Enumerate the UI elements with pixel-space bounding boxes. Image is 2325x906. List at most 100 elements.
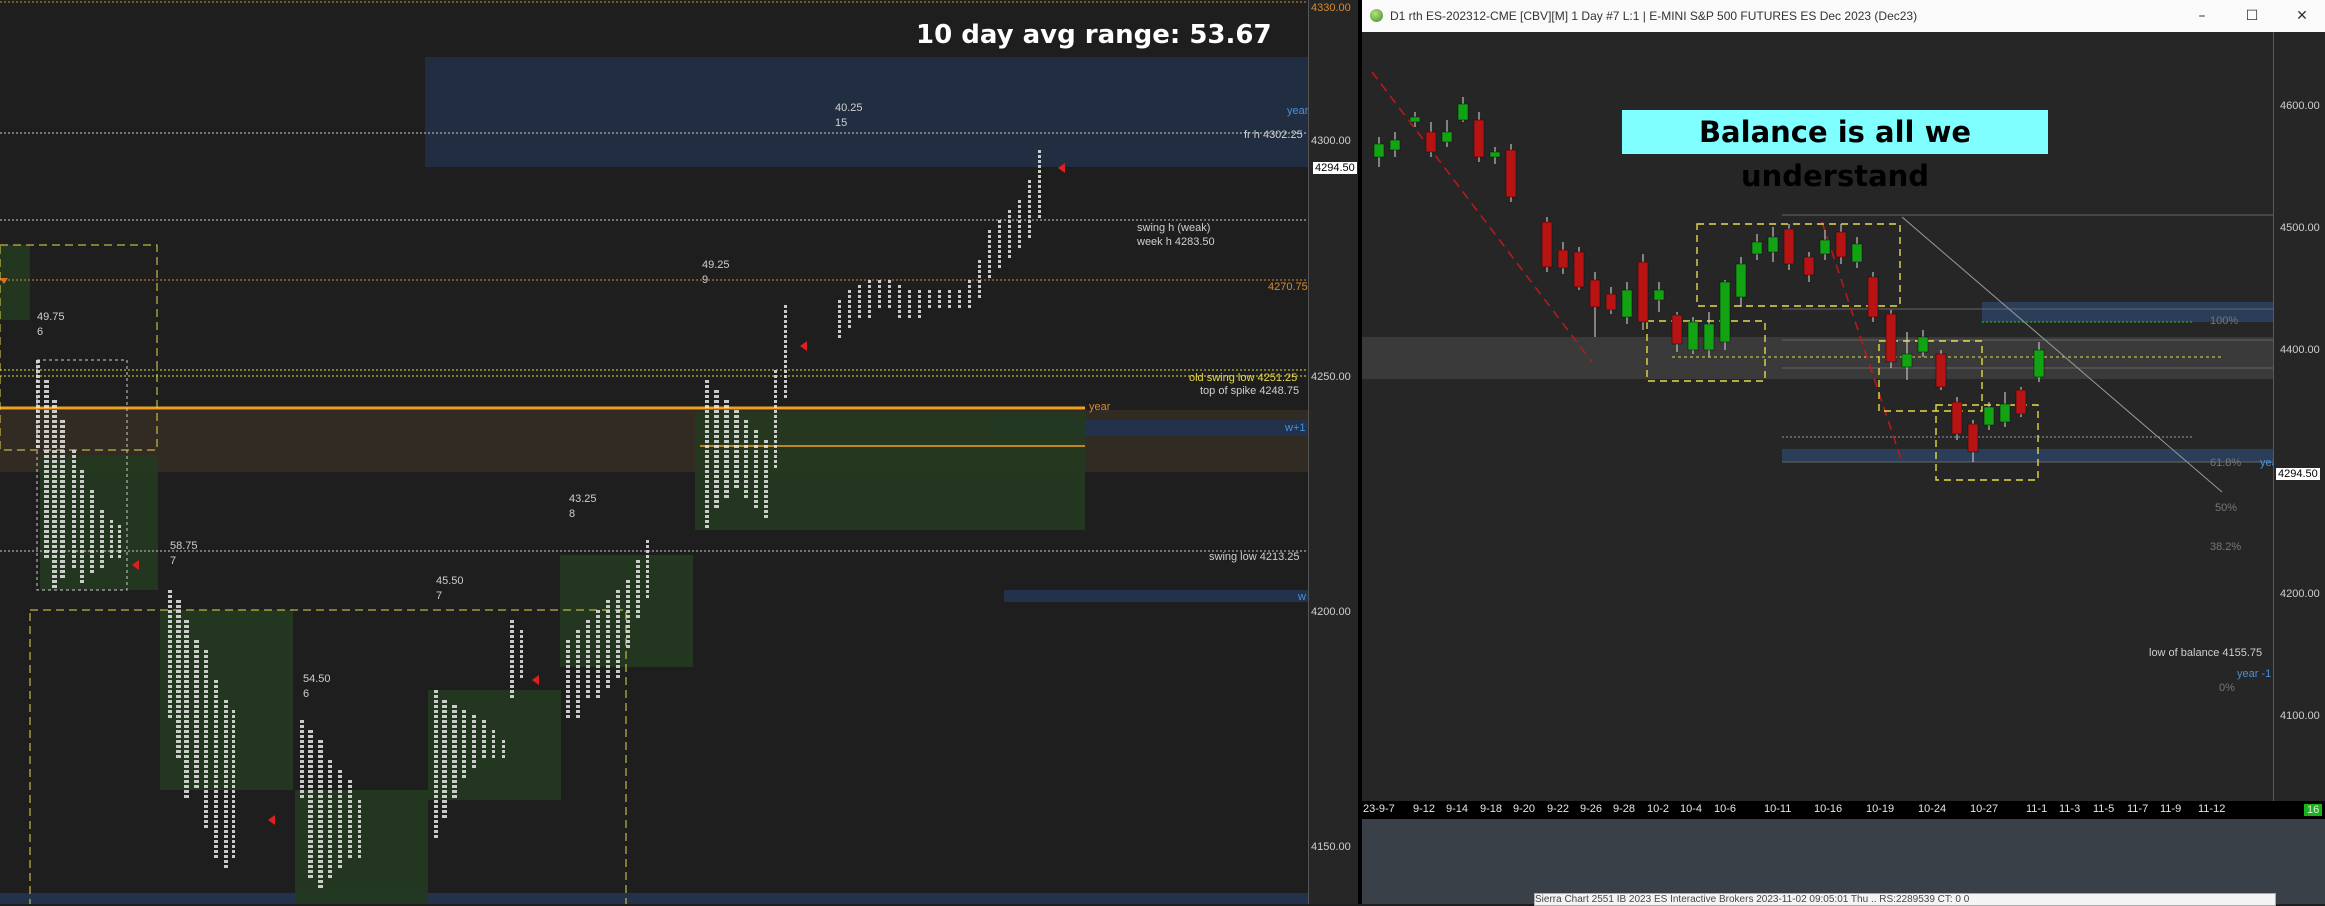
fib-label: 50%: [2215, 502, 2238, 514]
tpo-print: [60, 535, 65, 538]
tpo-print: [338, 795, 342, 798]
tpo-print: [224, 740, 228, 743]
daily-price-scale[interactable]: 4600.00 4500.00 4400.00 4200.00 4100.00 …: [2273, 32, 2325, 801]
tpo-print: [328, 830, 332, 833]
tpo-print: [308, 790, 313, 793]
minimize-button[interactable]: –: [2187, 4, 2217, 28]
tpo-print: [204, 775, 208, 778]
tpo-print: [988, 255, 991, 258]
tpo-print: [576, 675, 580, 678]
daily-chart-area[interactable]: Balance is all we understand 100% 61.8% …: [1362, 32, 2281, 801]
tpo-print: [72, 505, 76, 508]
tpo-print: [908, 315, 911, 318]
tpo-print: [308, 845, 313, 848]
tpo-print: [44, 420, 49, 423]
tpo-print: [988, 265, 991, 268]
tpo-print: [348, 780, 352, 783]
tpo-print: [204, 710, 208, 713]
tpo-print: [452, 715, 457, 718]
tpo-print: [214, 740, 218, 743]
down-candle: [1425, 131, 1437, 153]
tpo-print: [705, 510, 709, 513]
tpo-print: [338, 790, 342, 793]
level-4270-label: 4270.75: [1268, 281, 1308, 293]
tpo-print: [224, 825, 228, 828]
tpo-print: [194, 660, 199, 663]
tpo-print: [714, 470, 719, 473]
fib-label: 0%: [2219, 682, 2235, 694]
tpo-print: [646, 575, 649, 578]
tpo-print: [36, 385, 40, 388]
tpo-print: [80, 575, 84, 578]
tpo-print: [44, 460, 49, 463]
tpo-print: [176, 705, 181, 708]
tpo-print: [616, 645, 620, 648]
daily-chart-window[interactable]: D1 rth ES-202312-CME [CBV][M] 1 Day #7 L…: [1362, 0, 2325, 904]
tpo-print: [784, 315, 787, 318]
tpo-print: [434, 725, 438, 728]
tpo-print: [705, 460, 709, 463]
tpo-print: [714, 405, 719, 408]
tpo-print: [744, 440, 748, 443]
close-button[interactable]: ✕: [2287, 4, 2317, 28]
tpo-print: [510, 630, 514, 633]
tpo-print: [184, 765, 189, 768]
tpo-print: [838, 330, 841, 333]
maximize-button[interactable]: ☐: [2237, 4, 2267, 28]
tpo-print: [338, 845, 342, 848]
background-window-title[interactable]: Sierra Chart 2551 IB 2023 ES Interactive…: [1534, 893, 2276, 906]
year-area-zone: [0, 410, 1308, 472]
tpo-print: [848, 295, 851, 298]
price-label: 4200.00: [2280, 588, 2320, 600]
tpo-print: [705, 425, 709, 428]
tpo-print: [626, 580, 630, 583]
tpo-print: [348, 815, 352, 818]
tpo-print: [44, 455, 49, 458]
tpo-print: [472, 740, 476, 743]
tpo-print: [36, 400, 40, 403]
tpo-print: [774, 370, 777, 373]
tpo-print: [636, 595, 640, 598]
tpo-print: [724, 465, 729, 468]
swing-low-label: swing low 4213.25: [1209, 551, 1300, 563]
tpo-chart-panel[interactable]: 10 day avg range: 53.67 fr h 4302.25 swi…: [0, 0, 1308, 904]
tpo-print: [328, 840, 332, 843]
tpo-print: [442, 735, 447, 738]
tpo-print: [232, 790, 235, 793]
tpo-print: [348, 835, 352, 838]
tpo-print: [52, 435, 57, 438]
tpo-print: [596, 625, 600, 628]
tpo-print: [44, 480, 49, 483]
tpo-print: [318, 760, 323, 763]
tpo-print: [194, 720, 199, 723]
tpo-print: [52, 570, 57, 573]
tpo-print: [100, 525, 104, 528]
value-area: [40, 455, 158, 590]
tpo-print: [724, 415, 729, 418]
tpo-print: [224, 850, 228, 853]
window-titlebar[interactable]: D1 rth ES-202312-CME [CBV][M] 1 Day #7 L…: [1362, 0, 2325, 33]
tpo-print: [606, 630, 610, 633]
tpo-print: [1038, 195, 1041, 198]
tpo-print: [204, 700, 208, 703]
tpo-print: [714, 420, 719, 423]
tpo-print: [734, 430, 739, 433]
tpo-print: [204, 755, 208, 758]
tpo-chart-canvas[interactable]: [0, 0, 1308, 904]
tpo-print: [318, 740, 323, 743]
tpo-print: [232, 845, 235, 848]
tpo-print: [472, 720, 476, 723]
tpo-print: [328, 815, 332, 818]
tpo-print: [774, 435, 777, 438]
top-of-spike-label: top of spike 4248.75: [1200, 385, 1300, 397]
left-price-scale[interactable]: 4330.00 4300.00 4250.00 4200.00 4150.00 …: [1308, 0, 1359, 904]
tpo-print: [194, 735, 199, 738]
tpo-print: [754, 485, 758, 488]
tpo-print: [462, 720, 466, 723]
tpo-print: [348, 830, 352, 833]
tpo-print: [168, 615, 172, 618]
tpo-print: [72, 460, 76, 463]
tpo-print: [338, 770, 342, 773]
tpo-print: [204, 825, 208, 828]
tpo-print: [1028, 185, 1031, 188]
